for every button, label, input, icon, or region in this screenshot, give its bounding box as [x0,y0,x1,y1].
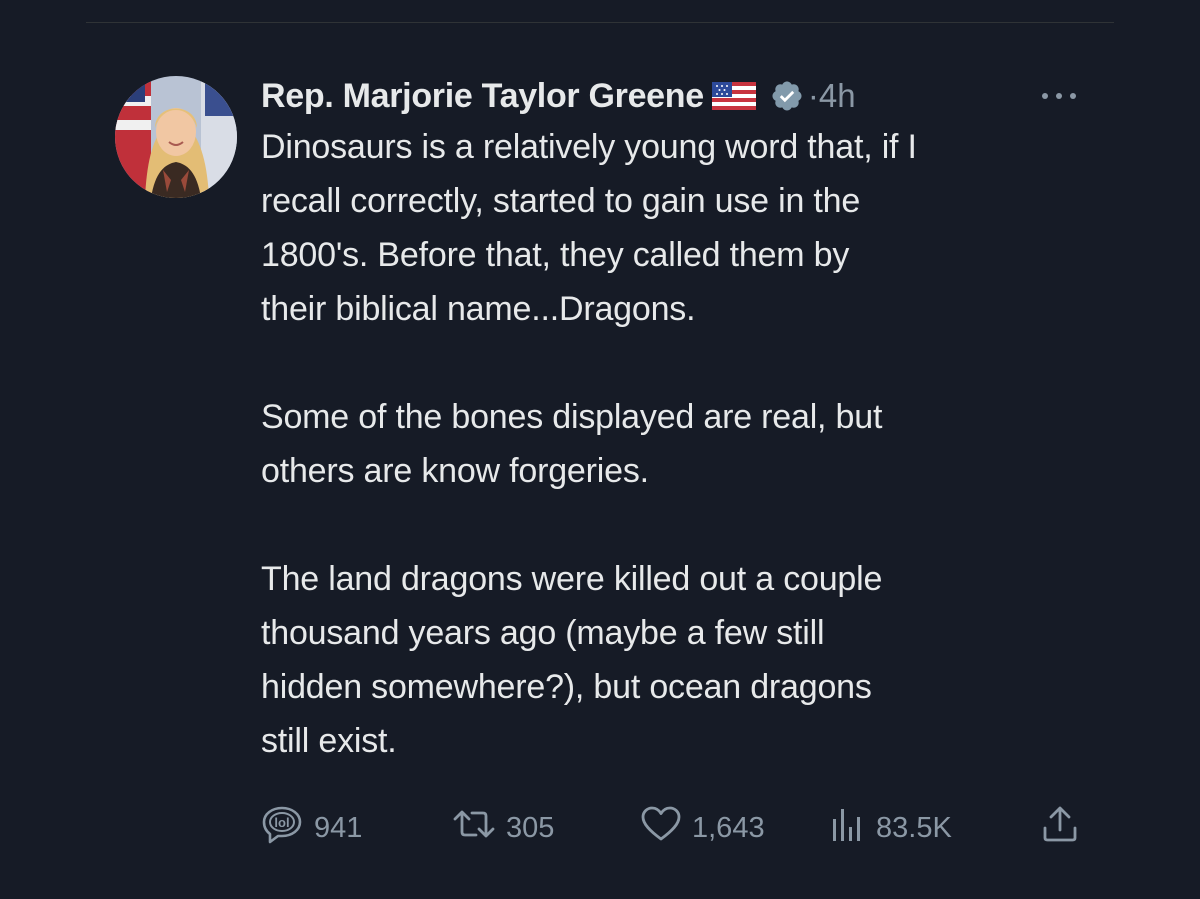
reply-bubble-icon: lol [260,804,304,852]
header-separator: · [807,77,819,114]
views-button[interactable]: 83.5K [830,804,952,852]
like-count: 1,643 [692,811,765,844]
reply-button[interactable]: lol 941 [260,804,362,852]
share-button[interactable] [1040,804,1080,852]
timestamp[interactable]: 4h [819,77,856,115]
tweet-paragraph: The land dragons were killed out a coupl… [261,560,883,760]
reply-count: 941 [314,811,363,844]
svg-text:lol: lol [274,815,289,830]
tweet-actions: lol 941 305 1,643 83.5K [260,804,1090,852]
analytics-bars-icon [830,805,866,851]
tweet-header: Rep. Marjorie Taylor Greene · 4h [261,73,856,119]
heart-icon [640,805,682,851]
us-flag-icon [711,82,756,110]
share-upload-icon [1040,804,1080,852]
retweet-icon [452,806,496,850]
verified-badge-icon[interactable] [770,79,804,113]
author-name[interactable]: Rep. Marjorie Taylor Greene [261,77,704,116]
more-options-icon[interactable] [1038,86,1080,106]
tweet-view: Rep. Marjorie Taylor Greene · 4h Dinosau… [0,0,1200,899]
tweet-paragraph: Dinosaurs is a relatively young word tha… [261,128,917,328]
retweet-count: 305 [506,811,555,844]
tweet-text: Dinosaurs is a relatively young word tha… [261,120,1091,822]
view-count: 83.5K [876,811,952,844]
tweet-paragraph: Some of the bones displayed are real, bu… [261,398,883,490]
like-button[interactable]: 1,643 [640,804,765,852]
top-divider [86,22,1114,23]
avatar[interactable] [115,76,237,198]
retweet-button[interactable]: 305 [452,804,554,852]
